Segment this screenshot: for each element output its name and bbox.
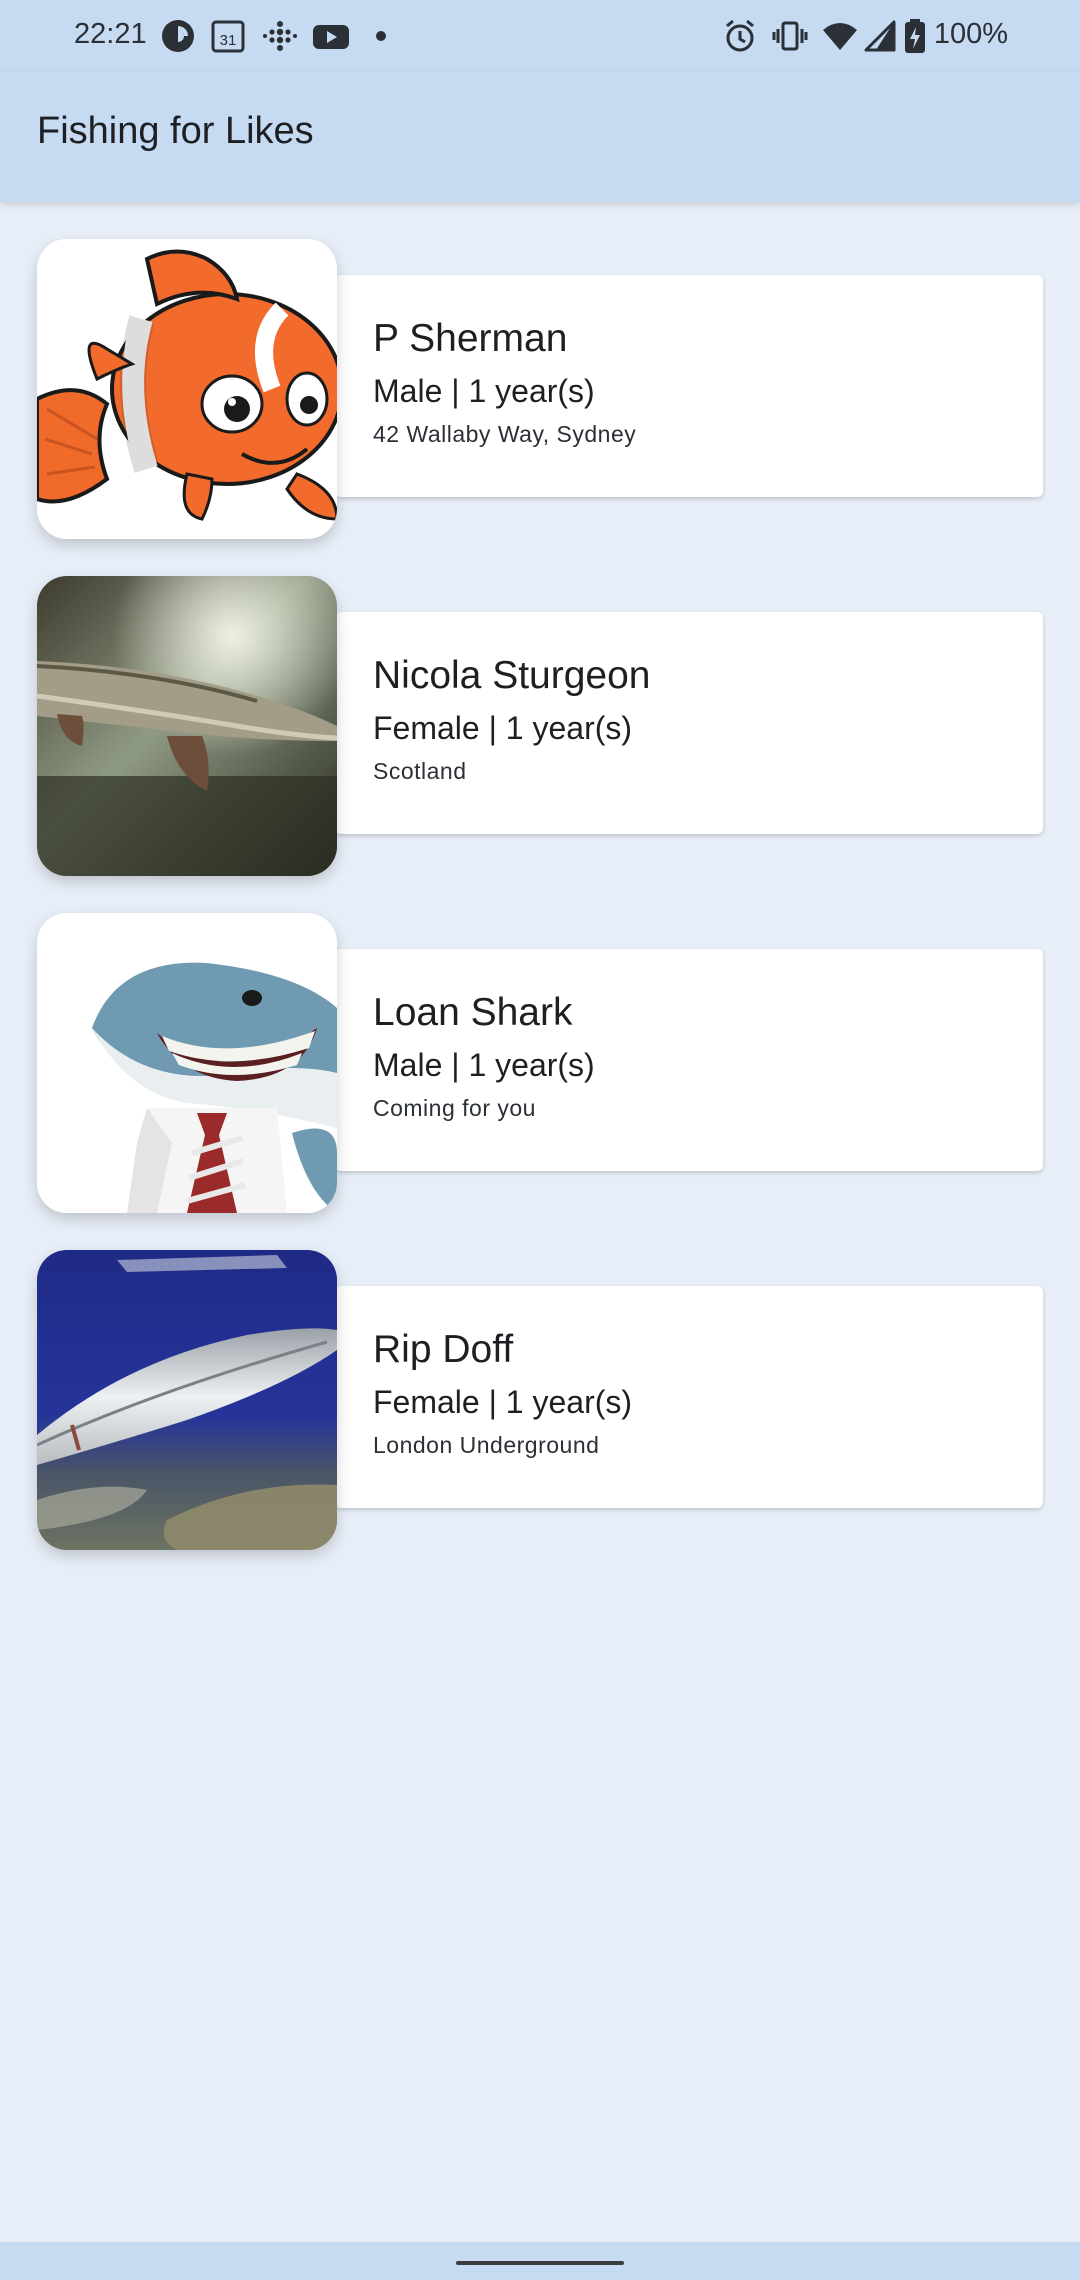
profile-details: Female | 1 year(s) <box>373 1384 633 1420</box>
profile-card[interactable]: Nicola Sturgeon Female | 1 year(s) Scotl… <box>335 612 1043 834</box>
profile-details: Male | 1 year(s) <box>373 1047 595 1083</box>
profile-name: P Sherman <box>373 317 568 360</box>
notification-dot-icon <box>372 18 408 54</box>
calendar-day-text: 31 <box>220 32 237 49</box>
home-gesture-handle[interactable] <box>456 2261 624 2265</box>
profile-name: Loan Shark <box>373 991 573 1034</box>
profile-location: 42 Wallaby Way, Sydney <box>373 421 637 447</box>
alarm-icon <box>722 18 758 54</box>
signal-icon <box>862 18 898 54</box>
profile-details: Female | 1 year(s) <box>373 710 633 746</box>
profile-location: Scotland <box>373 758 467 784</box>
profile-card[interactable]: Loan Shark Male | 1 year(s) Coming for y… <box>335 949 1043 1171</box>
profile-location: Coming for you <box>373 1095 536 1121</box>
profile-name: Nicola Sturgeon <box>373 654 651 697</box>
profile-photo-clownfish[interactable] <box>37 239 337 539</box>
profile-photo-shark[interactable] <box>37 913 337 1213</box>
battery-charging-icon <box>902 18 928 54</box>
profile-card[interactable]: P Sherman Male | 1 year(s) 42 Wallaby Wa… <box>335 275 1043 497</box>
profile-card[interactable]: Rip Doff Female | 1 year(s) London Under… <box>335 1286 1043 1508</box>
fitbit-icon <box>262 18 298 54</box>
wifi-icon <box>822 18 858 54</box>
battery-percentage: 100% <box>933 18 1008 50</box>
status-bar: 22:21 31 100% <box>0 0 1080 72</box>
navigation-bar <box>0 2242 1080 2280</box>
status-time: 22:21 <box>74 18 147 50</box>
profile-details: Male | 1 year(s) <box>373 373 595 409</box>
youtube-icon <box>312 18 350 54</box>
vibrate-icon <box>772 18 808 54</box>
profile-location: London Underground <box>373 1432 600 1458</box>
calendar-icon: 31 <box>210 18 246 54</box>
profile-name: Rip Doff <box>373 1328 514 1371</box>
profile-photo-silver-fish[interactable] <box>37 1250 337 1550</box>
app-bar: Fishing for Likes <box>0 72 1080 202</box>
pocket-casts-icon <box>160 18 196 54</box>
profile-photo-sturgeon[interactable] <box>37 576 337 876</box>
page-title: Fishing for Likes <box>37 110 314 152</box>
